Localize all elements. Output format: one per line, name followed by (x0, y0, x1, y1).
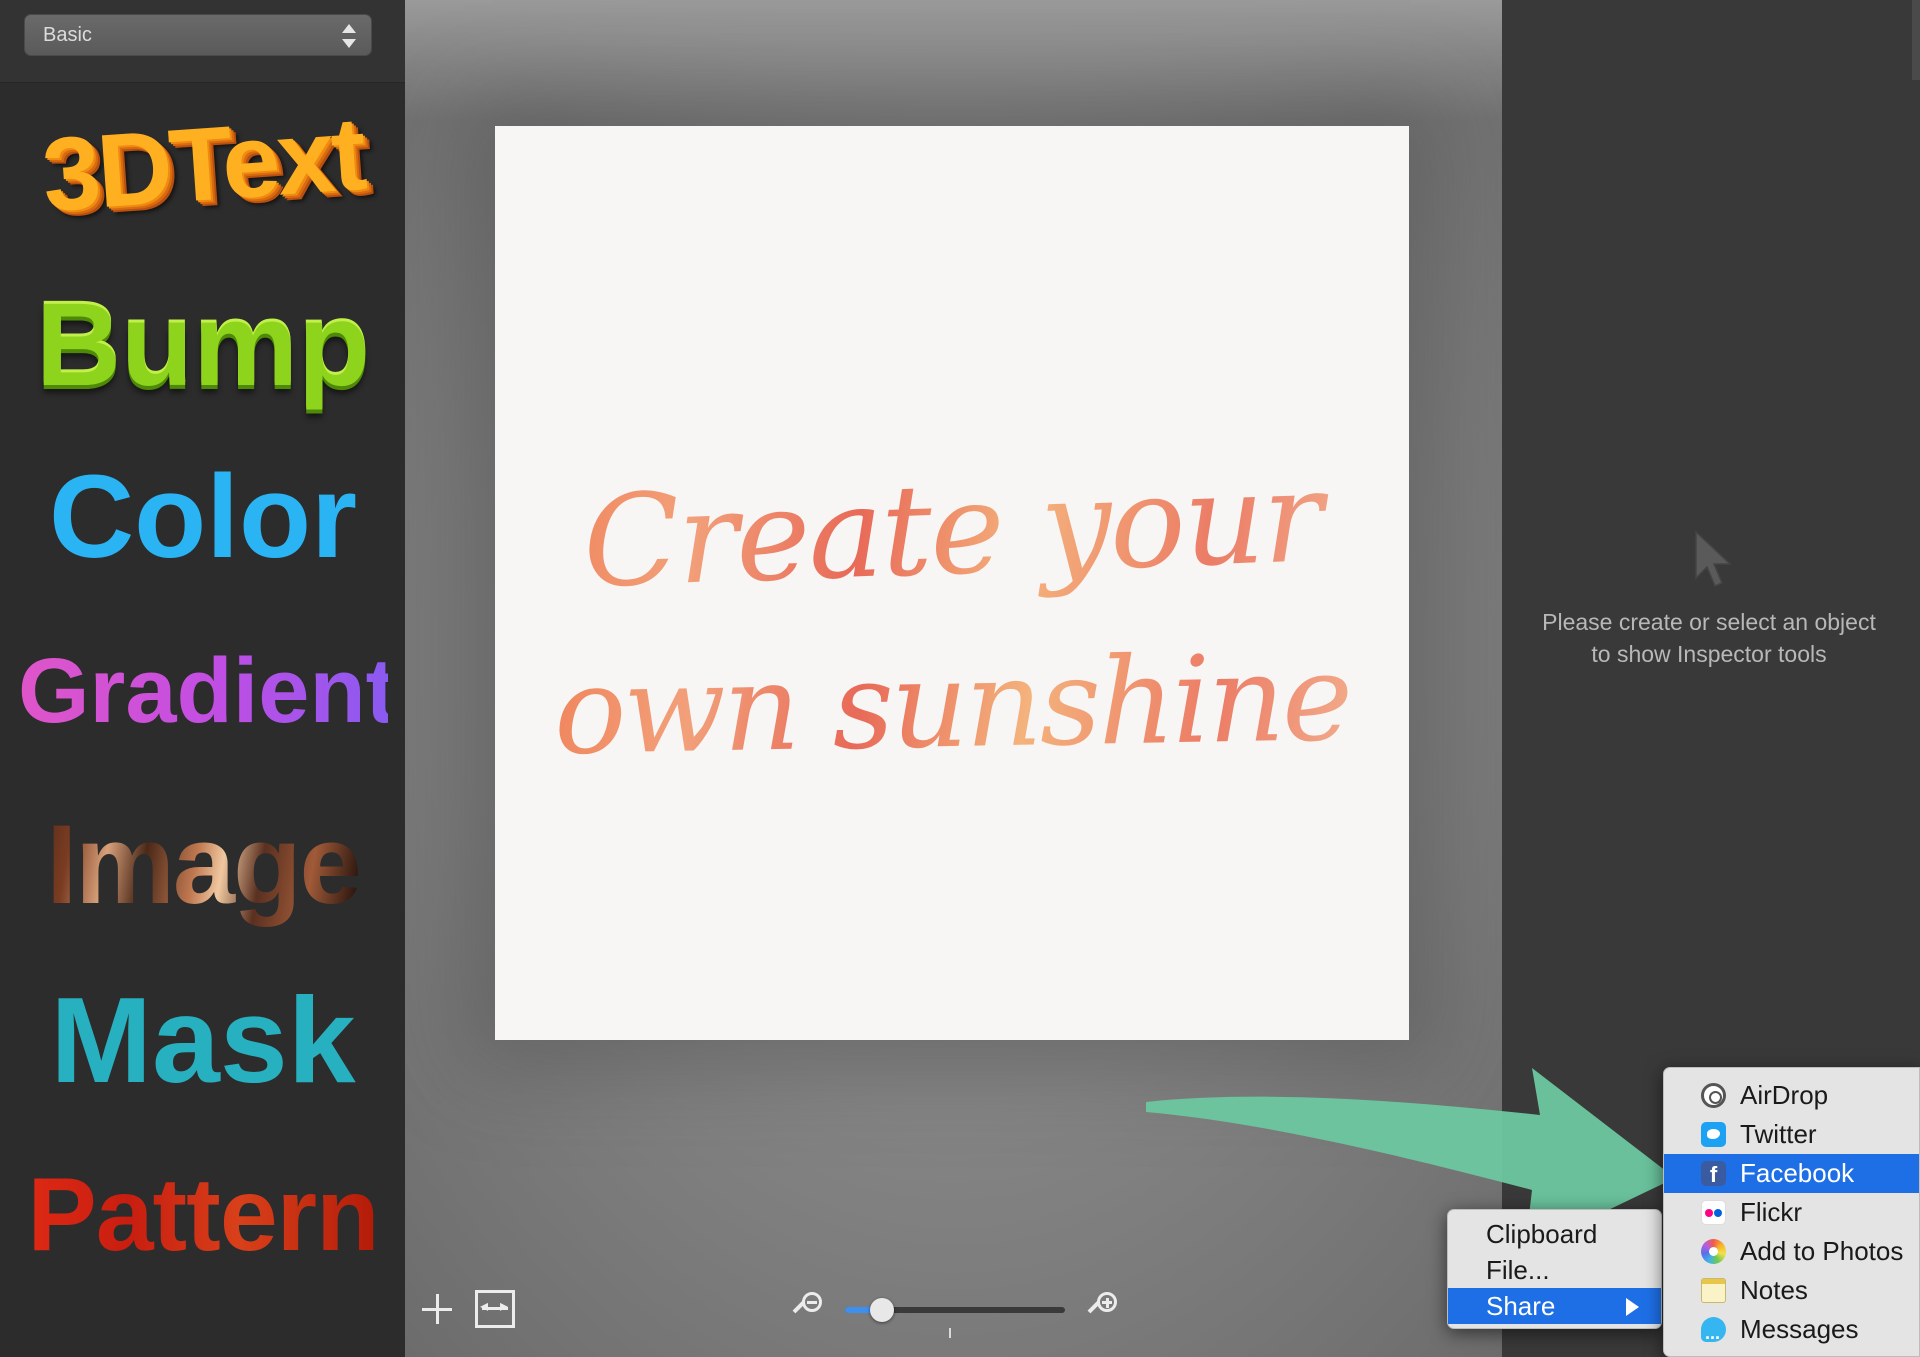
style-3dtext[interactable]: 3DText (14, 87, 392, 242)
photos-icon (1701, 1239, 1726, 1264)
flickr-icon (1701, 1200, 1726, 1225)
share-submenu: AirDrop Twitter Facebook Flickr Add to P… (1663, 1067, 1920, 1357)
style-mask[interactable]: Mask (18, 975, 388, 1105)
zoom-slider[interactable] (845, 1298, 1065, 1322)
notes-icon (1701, 1278, 1726, 1303)
style-image[interactable]: Image (18, 800, 388, 930)
canvas-bottom-bar (405, 1270, 1502, 1357)
artwork-text-line-1: Create your (493, 440, 1412, 619)
add-object-button[interactable] (420, 1292, 454, 1326)
sidebar-toolbar: Basic (0, 0, 405, 83)
share-item-facebook[interactable]: Facebook (1664, 1154, 1919, 1193)
share-item-messages[interactable]: Messages (1664, 1310, 1919, 1353)
style-preset-value: Basic (43, 24, 92, 46)
inspector-empty-message: Please create or select an object to sho… (1542, 609, 1876, 667)
messages-icon (1701, 1314, 1726, 1353)
menu-item-share[interactable]: Share (1448, 1288, 1661, 1324)
share-item-twitter[interactable]: Twitter (1664, 1115, 1919, 1154)
share-item-flickr[interactable]: Flickr (1664, 1193, 1919, 1232)
style-gradient[interactable]: Gradient (18, 626, 396, 756)
fit-to-window-button[interactable] (475, 1290, 520, 1328)
zoom-out-icon[interactable] (788, 1290, 824, 1328)
airdrop-icon (1701, 1083, 1726, 1108)
share-item-add-to-photos[interactable]: Add to Photos (1664, 1232, 1919, 1271)
menu-item-share-label: Share (1486, 1291, 1556, 1321)
artwork-document[interactable]: Create your own sunshine (495, 126, 1409, 1040)
text-style-sidebar: Basic 3DText Bump Color Gradient Image M… (0, 0, 405, 1357)
pointer-cursor-icon (1695, 530, 1732, 587)
export-menu: Clipboard File... Share (1447, 1209, 1662, 1329)
share-item-label: Add to Photos (1740, 1236, 1904, 1266)
menu-item-clipboard[interactable]: Clipboard (1448, 1216, 1661, 1252)
share-item-notes[interactable]: Notes (1664, 1271, 1919, 1310)
facebook-icon (1701, 1161, 1726, 1186)
style-bump[interactable]: Bump (18, 280, 388, 410)
zoom-in-icon[interactable] (1083, 1290, 1119, 1328)
menu-item-file[interactable]: File... (1448, 1252, 1661, 1288)
share-item-label: Twitter (1740, 1119, 1817, 1149)
submenu-arrow-icon (1626, 1298, 1639, 1316)
share-item-airdrop[interactable]: AirDrop (1664, 1076, 1919, 1115)
share-item-label: Facebook (1740, 1158, 1855, 1188)
style-preset-select[interactable]: Basic (24, 14, 372, 56)
select-arrows-icon (341, 23, 357, 49)
inspector-scrollbar[interactable] (1912, 0, 1920, 80)
share-item-label: Messages (1740, 1314, 1859, 1344)
zoom-slider-tick (949, 1328, 951, 1338)
share-item-label: Notes (1740, 1275, 1808, 1305)
style-pattern[interactable]: Pattern (18, 1150, 388, 1280)
zoom-slider-knob[interactable] (870, 1298, 895, 1322)
style-color[interactable]: Color (18, 452, 388, 582)
canvas-backdrop (405, 0, 1502, 120)
artwork-text-line-2: own sunshine (494, 628, 1410, 783)
share-item-label: Flickr (1740, 1197, 1803, 1227)
share-item-label: AirDrop (1740, 1080, 1829, 1110)
twitter-icon (1701, 1122, 1726, 1147)
